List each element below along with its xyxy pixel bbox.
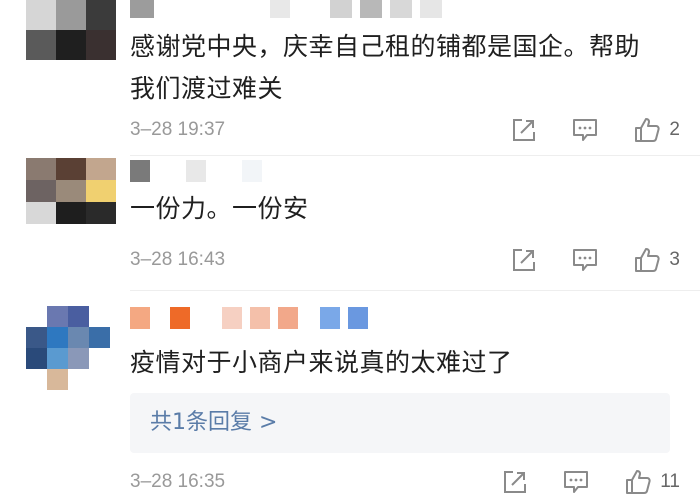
comment-button[interactable] [562, 469, 590, 495]
comment-meta: 3–28 19:37 2 [130, 115, 680, 145]
comment-button[interactable] [571, 117, 599, 143]
share-icon [504, 471, 527, 493]
username-blurred[interactable] [130, 160, 262, 182]
action-bar: 11 [468, 467, 680, 497]
comment-text-line: 疫情对于小商户来说真的太难过了 [130, 348, 513, 377]
comment-icon [573, 249, 598, 271]
share-icon [513, 249, 536, 271]
view-replies-link[interactable]: 共1条回复 > [150, 393, 277, 453]
comment-text: 一份力。一份安 [130, 188, 680, 230]
avatar[interactable] [26, 306, 110, 390]
avatar[interactable] [26, 0, 116, 60]
timestamp: 3–28 16:35 [130, 471, 226, 492]
comment-text-line: 感谢党中央，庆幸自己租的铺都是国企。帮助 [130, 32, 641, 61]
share-icon [513, 119, 536, 141]
like-button[interactable]: 2 [633, 116, 680, 144]
comment-button[interactable] [571, 247, 599, 273]
comment-meta: 3–28 16:43 3 [130, 245, 680, 275]
share-button[interactable] [502, 469, 528, 495]
like-button[interactable]: 3 [633, 246, 680, 274]
thumbs-up-icon [635, 248, 661, 272]
avatar[interactable] [26, 158, 116, 224]
comment-icon [564, 471, 589, 493]
action-bar: 3 [477, 245, 680, 275]
share-button[interactable] [511, 247, 537, 273]
like-count: 11 [660, 471, 680, 492]
comment-meta: 3–28 16:35 11 [130, 467, 680, 497]
thumbs-up-icon [626, 470, 651, 494]
timestamp: 3–28 16:43 [130, 249, 226, 270]
username-blurred[interactable] [130, 0, 442, 18]
share-button[interactable] [511, 117, 537, 143]
comment-text-line: 我们渡过难关 [130, 74, 284, 103]
comment-text: 感谢党中央，庆幸自己租的铺都是国企。帮助 我们渡过难关 [130, 26, 680, 110]
timestamp: 3–28 19:37 [130, 119, 226, 140]
like-count: 2 [669, 119, 680, 140]
thumbs-up-icon [635, 118, 661, 142]
comment-icon [573, 119, 598, 141]
comment-text: 疫情对于小商户来说真的太难过了 [130, 342, 680, 384]
username-blurred[interactable] [130, 307, 368, 329]
like-count: 3 [669, 249, 680, 270]
reply-summary[interactable]: 共1条回复 > [130, 393, 670, 453]
like-button[interactable]: 11 [624, 468, 680, 496]
divider [130, 290, 700, 291]
action-bar: 2 [477, 115, 680, 145]
divider [130, 155, 700, 156]
comment-text-line: 一份力。一份安 [130, 194, 309, 223]
